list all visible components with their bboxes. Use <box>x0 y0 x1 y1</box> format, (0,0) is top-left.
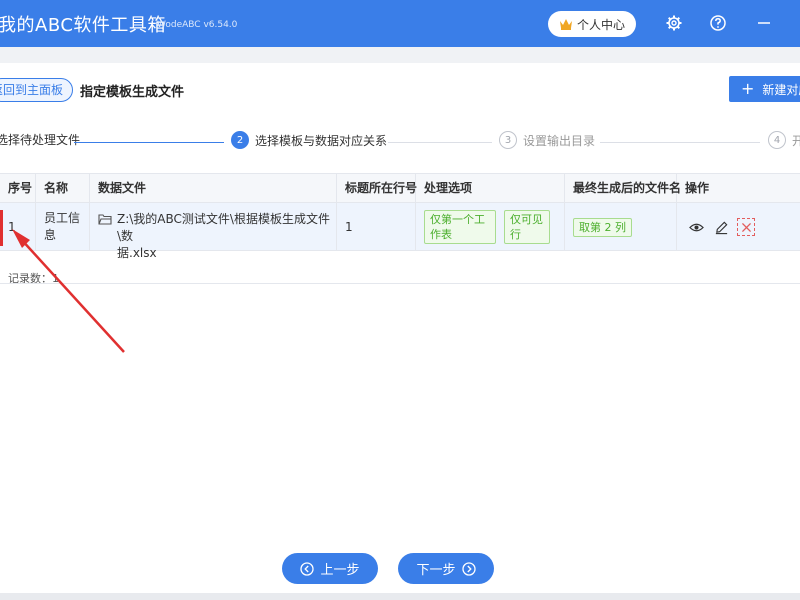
crown-icon <box>559 19 572 30</box>
chevron-left-icon <box>300 561 315 576</box>
col-output-name: 最终生成后的文件名 <box>565 174 681 203</box>
step-3: 3 设置输出目录 <box>499 131 595 149</box>
new-mapping-label: 新建对应 <box>762 82 800 97</box>
minimize-icon[interactable] <box>755 14 773 32</box>
delete-icon[interactable] <box>737 218 755 236</box>
view-icon[interactable] <box>687 218 705 236</box>
file-path-line-2: 据.xlsx <box>117 246 157 260</box>
row-data-file: Z:\我的ABC测试文件\根据模板生成文件\数 据.xlsx <box>90 203 337 260</box>
row-options: 仅第一个工作表 仅可见行 <box>416 203 565 251</box>
table-header: 序号 名称 数据文件 标题所在行号 处理选项 最终生成后的文件名 操作 <box>0 174 800 203</box>
help-icon[interactable] <box>709 14 727 32</box>
page-title: 指定模板生成文件 <box>80 85 185 100</box>
step-4: 4 开 <box>768 131 800 149</box>
folder-icon <box>98 214 112 225</box>
row-index: 1 <box>0 203 36 251</box>
col-name: 名称 <box>36 174 90 203</box>
title-bar: 我的ABC软件工具箱 WodeABC v6.54.0 个人中心 <box>0 0 800 47</box>
table-row[interactable]: 1 员工信息 Z:\我的ABC测试文件\根据模板生成文件\数 据.xlsx 1 … <box>0 203 800 260</box>
step-3-label: 设置输出目录 <box>523 133 596 148</box>
prev-step-button[interactable]: 上一步 <box>282 553 378 584</box>
option-visible-rows-tag: 仅可见行 <box>504 210 550 244</box>
settings-icon[interactable] <box>665 14 683 32</box>
option-first-sheet-tag: 仅第一个工作表 <box>424 210 496 244</box>
step-1: 选择待处理文件 <box>0 131 80 148</box>
app-title: 我的ABC软件工具箱 <box>0 15 166 36</box>
user-center-button[interactable]: 个人中心 <box>548 11 636 37</box>
col-actions: 操作 <box>685 181 710 195</box>
next-step-label: 下一步 <box>416 563 456 578</box>
step-connector-2 <box>388 142 492 143</box>
prev-step-label: 上一步 <box>320 563 360 578</box>
col-index: 序号 <box>0 174 36 203</box>
col-options: 处理选项 <box>416 174 565 203</box>
row-actions <box>677 203 800 251</box>
step-connector-1 <box>74 142 224 143</box>
step-2-number: 2 <box>231 131 249 149</box>
table-footer-divider <box>0 283 800 284</box>
row-output-name: 取第 2 列 <box>565 203 677 251</box>
plus-icon: + <box>741 79 755 98</box>
col-data-file: 数据文件 <box>90 174 337 203</box>
step-connector-3 <box>600 142 760 143</box>
bottom-scrollbar <box>0 593 800 600</box>
user-center-label: 个人中心 <box>576 17 625 32</box>
step-4-label: 开 <box>792 133 800 148</box>
app-version: WodeABC v6.54.0 <box>157 20 238 30</box>
col-title-row: 标题所在行号 <box>337 174 417 203</box>
new-mapping-button[interactable]: + 新建对应 <box>729 76 800 102</box>
step-2-label: 选择模板与数据对应关系 <box>255 133 388 148</box>
step-2: 2 选择模板与数据对应关系 <box>231 131 387 149</box>
step-1-label: 选择待处理文件 <box>0 133 81 147</box>
main-panel: 返回到主面板 指定模板生成文件 + 新建对应 选择待处理文件 2 选择模板与数据… <box>0 63 800 600</box>
chevron-right-icon <box>461 561 476 576</box>
step-3-number: 3 <box>499 131 517 149</box>
output-name-tag: 取第 2 列 <box>573 217 632 237</box>
file-path-line-1: Z:\我的ABC测试文件\根据模板生成文件\数 <box>117 212 330 243</box>
row-name: 员工信息 <box>36 203 90 251</box>
row-title-row: 1 <box>337 203 416 251</box>
highlight-mark <box>0 210 3 246</box>
edit-icon[interactable] <box>712 218 730 236</box>
step-4-number: 4 <box>768 131 786 149</box>
back-to-main-button[interactable]: 返回到主面板 <box>0 78 73 102</box>
file-table: 序号 名称 数据文件 标题所在行号 处理选项 最终生成后的文件名 操作 1 员工… <box>0 173 800 260</box>
next-step-button[interactable]: 下一步 <box>398 553 494 584</box>
